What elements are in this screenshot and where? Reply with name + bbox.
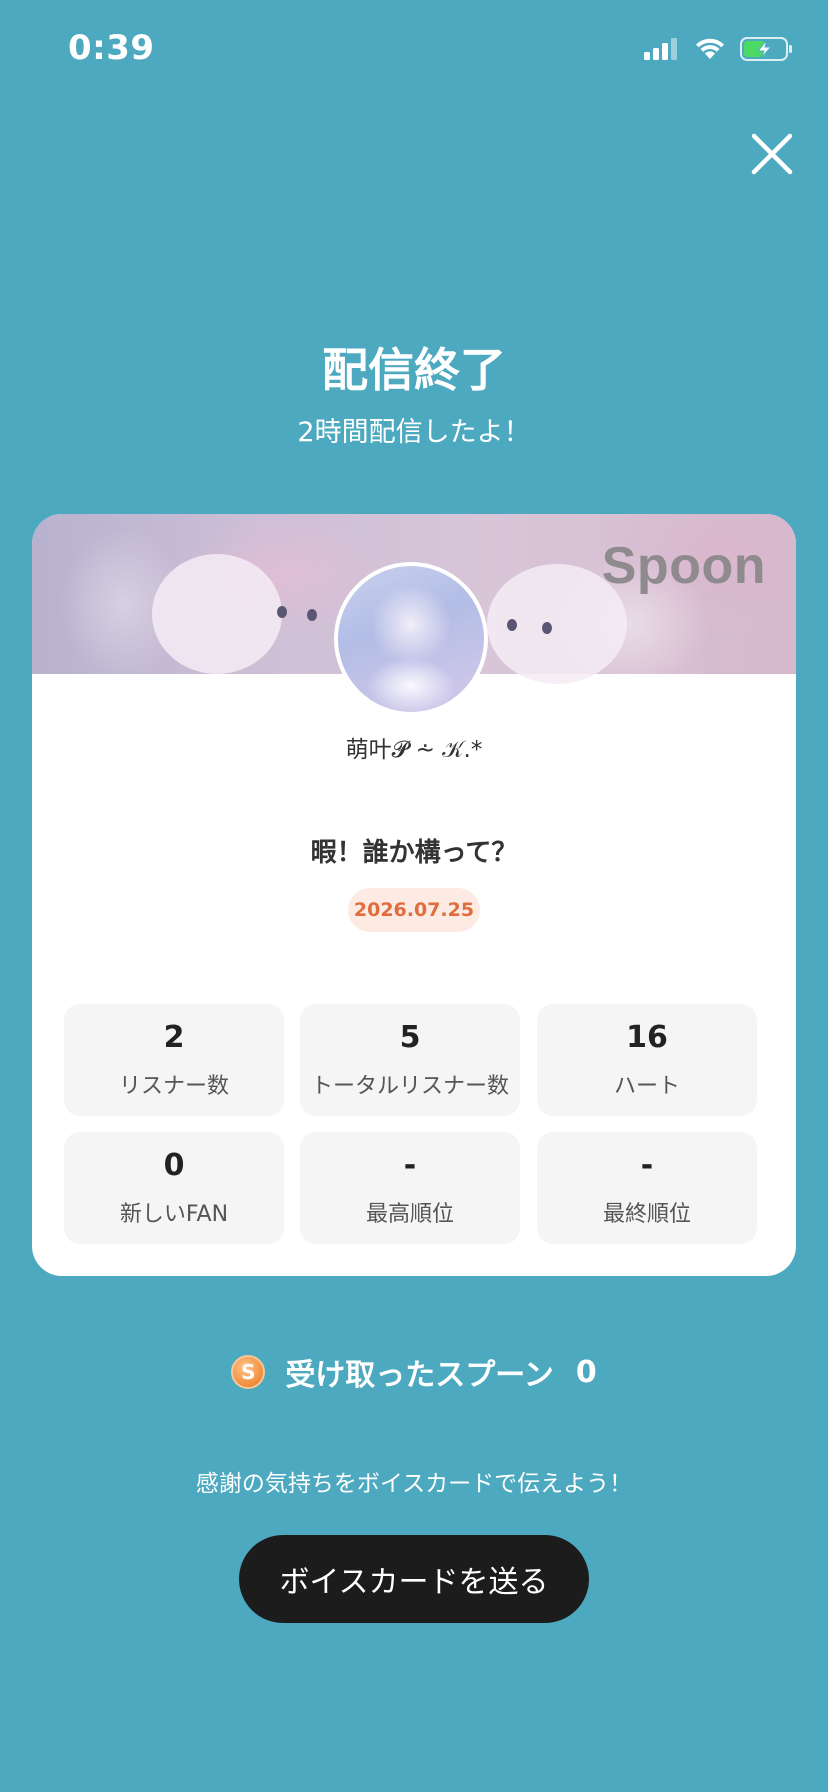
stat-value: 2 [163,1020,185,1055]
stat-total-listeners: 5 トータルリスナー数 [300,1004,520,1116]
send-voice-card-button[interactable]: ボイスカードを送る [239,1535,589,1623]
stat-value: - [403,1148,417,1183]
stat-label: リスナー数 [118,1074,229,1099]
close-icon [751,133,793,175]
stat-listeners: 2 リスナー数 [64,1004,284,1116]
stat-value: - [640,1148,654,1183]
page-subtitle: 2時間配信したよ！ [297,417,531,448]
stat-value: 0 [163,1148,185,1183]
stat-final-rank: - 最終順位 [537,1132,757,1244]
page-title: 配信終了 [322,343,506,397]
stat-value: 16 [626,1020,668,1055]
stat-highest-rank: - 最高順位 [300,1132,520,1244]
thanks-message: 感謝の気持ちをボイスカードで伝えよう！ [195,1471,633,1497]
received-spoons-count: 0 [575,1354,597,1390]
wifi-icon [696,38,724,59]
status-time: 0:39 [68,28,155,68]
signal-icon [644,38,677,60]
stat-label: 新しいFAN [119,1202,229,1227]
close-button[interactable] [744,126,800,182]
live-title: 暇！誰か構って？ [310,838,518,868]
status-icons [644,34,794,64]
status-bar: 0:39 [0,0,828,100]
stat-label: ハート [613,1074,680,1099]
stat-value: 5 [399,1020,421,1055]
stat-label: トータルリスナー数 [310,1074,509,1099]
username: 萌叶𝓟 ⩪ 𝒦.* [345,737,483,763]
stat-label: 最高順位 [365,1202,454,1227]
date-badge: 2026.07.25 [348,888,480,932]
spoon-coin-icon: S [231,1355,266,1389]
received-spoons: S 受け取ったスプーン 0 [0,1350,828,1394]
spoon-logo-watermark: Spoon [601,537,766,595]
battery-charging-icon [740,37,792,61]
stat-hearts: 16 ハート [537,1004,757,1116]
received-spoons-label: 受け取ったスプーン [285,1358,554,1393]
live-summary-card: Spoon 萌叶𝓟 ⩪ 𝒦.* 暇！誰か構って？ 2026.07.25 2 リス… [32,514,796,1276]
stat-new-fans: 0 新しいFAN [64,1132,284,1244]
stat-label: 最終順位 [602,1202,691,1227]
avatar[interactable] [334,562,488,716]
